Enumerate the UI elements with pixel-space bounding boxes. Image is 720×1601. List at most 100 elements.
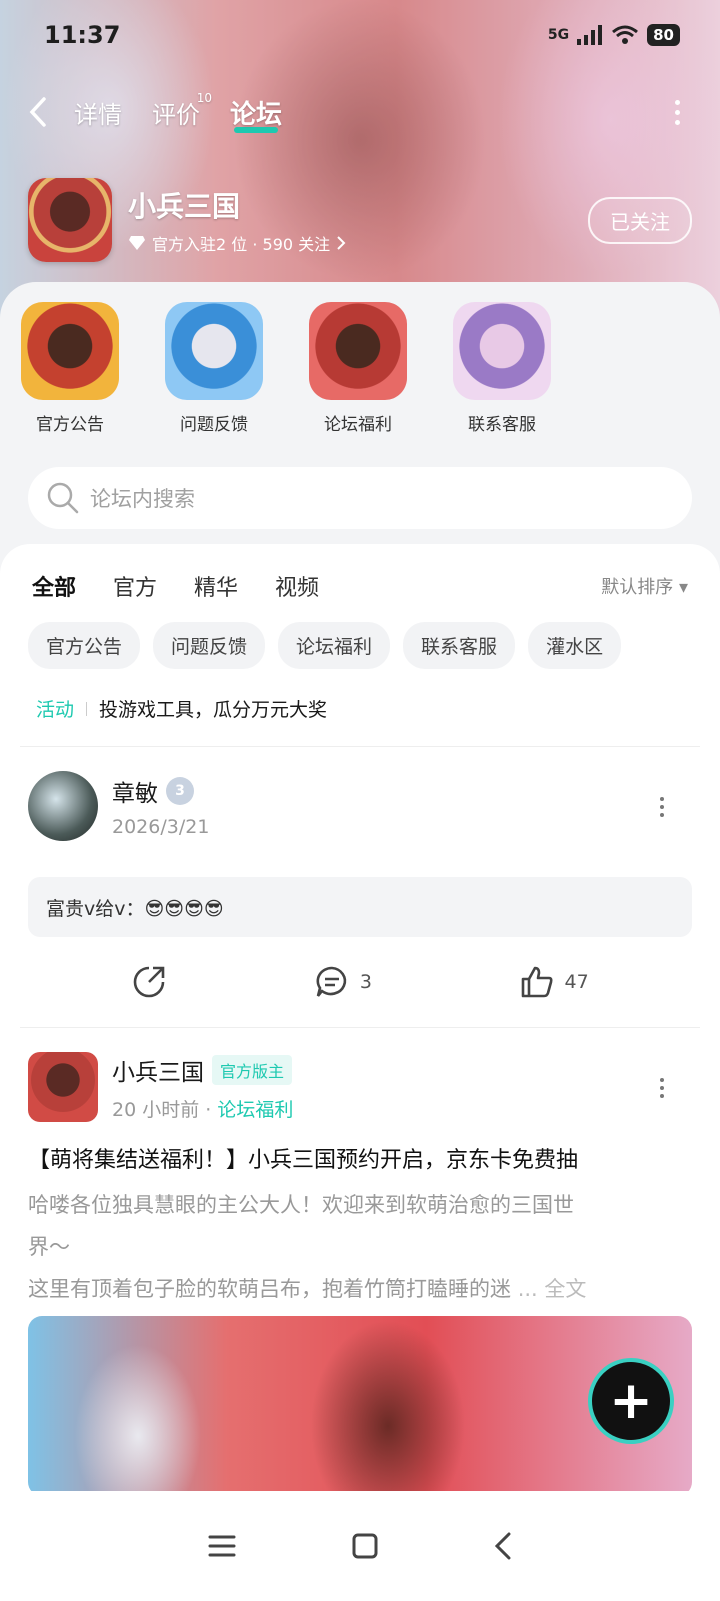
post-title[interactable]: 【萌将集结送福利！】小兵三国预约开启，京东卡免费抽 <box>28 1142 692 1174</box>
tab-forum[interactable]: 论坛 <box>230 94 282 133</box>
chip-chat[interactable]: 灌水区 <box>528 622 622 669</box>
game-icon[interactable] <box>28 178 112 262</box>
excerpt-line: 哈喽各位独具慧眼的主公大人！欢迎来到软萌治愈的三国世 <box>28 1193 574 1217</box>
tab-all[interactable]: 全部 <box>32 570 76 606</box>
back-nav-icon[interactable] <box>493 1531 513 1561</box>
post-forum-link[interactable]: 论坛福利 <box>217 1099 293 1121</box>
excerpt-line: 这里有顶着包子脸的软萌吕布，抱着竹筒打瞌睡的迷 ... 全文 <box>28 1268 692 1310</box>
quick-entry-label: 问题反馈 <box>180 415 248 435</box>
post-more-icon[interactable] <box>660 797 664 817</box>
post-header: 小兵三国 官方版主 20 小时前 · 论坛福利 <box>28 1052 692 1122</box>
quick-entry-support[interactable]: 联系客服 <box>452 302 552 435</box>
feedback-image <box>165 302 263 400</box>
author-info: 小兵三国 官方版主 20 小时前 · 论坛福利 <box>112 1053 293 1122</box>
share-button[interactable] <box>131 964 167 1000</box>
level-badge: 3 <box>166 777 194 805</box>
author-name-row: 小兵三国 官方版主 <box>112 1053 293 1087</box>
chip-benefits[interactable]: 论坛福利 <box>278 622 391 669</box>
plus-icon: + <box>609 1371 653 1431</box>
post-item[interactable]: 章敏 3 2026/3/21 富贵v给v：😎😎😎😎 3 47 <box>0 747 720 1027</box>
create-post-button[interactable]: + <box>588 1358 674 1444</box>
post-actions: 3 47 <box>28 937 692 1027</box>
network-label: 5G <box>547 27 570 43</box>
activity-divider <box>86 701 88 716</box>
quick-entry-benefits[interactable]: 论坛福利 <box>308 302 408 435</box>
activity-banner[interactable]: 活动 投游戏工具，瓜分万元大奖 <box>0 669 720 722</box>
chevron-left-icon <box>29 97 46 127</box>
excerpt-line: 界～ <box>28 1235 70 1259</box>
tab-video[interactable]: 视频 <box>275 570 319 602</box>
author-name[interactable]: 章敏 <box>112 774 158 808</box>
chevron-right-icon <box>337 236 346 250</box>
post-excerpt[interactable]: 哈喽各位独具慧眼的主公大人！欢迎来到软萌治愈的三国世 界～ 这里有顶着包子脸的软… <box>28 1184 692 1310</box>
forum-panel: 官方公告 问题反馈 论坛福利 联系客服 论坛内搜索 全部 官方 精华 视频 默认… <box>0 282 720 1492</box>
status-time: 11:37 <box>44 21 121 49</box>
search-icon <box>47 482 79 514</box>
meta-separator: · <box>205 1098 218 1121</box>
announcement-image <box>21 302 119 400</box>
category-chips: 官方公告 问题反馈 论坛福利 联系客服 灌水区 <box>0 608 720 669</box>
post-time: 20 小时前 <box>112 1098 200 1121</box>
post-feed: 全部 官方 精华 视频 默认排序 ▾ 官方公告 问题反馈 论坛福利 联系客服 灌… <box>0 544 720 1492</box>
avatar[interactable] <box>28 771 98 841</box>
game-info-bar: 小兵三国 官方入驻2 位 · 590 关注 已关注 <box>28 178 692 262</box>
quick-entry-label: 联系客服 <box>468 415 536 435</box>
feed-tabs: 全部 官方 精华 视频 默认排序 ▾ <box>0 544 720 608</box>
game-name: 小兵三国 <box>128 190 241 223</box>
tab-reviews-label: 评价 <box>152 100 200 129</box>
system-navigation-bar <box>0 1491 720 1601</box>
tab-details[interactable]: 详情 <box>74 95 122 130</box>
post-header: 章敏 3 2026/3/21 <box>28 771 692 841</box>
signal-icon <box>577 25 603 45</box>
follow-button[interactable]: 已关注 <box>588 196 692 244</box>
quick-entry-label: 官方公告 <box>36 415 104 435</box>
like-button[interactable]: 47 <box>519 964 589 1000</box>
tab-official[interactable]: 官方 <box>113 570 157 602</box>
tab-reviews[interactable]: 评价 10 <box>152 91 212 130</box>
benefits-image <box>309 302 407 400</box>
quick-entry-label: 论坛福利 <box>324 415 392 435</box>
battery-level: 80 <box>647 24 680 46</box>
caret-down-icon: ▾ <box>678 577 688 598</box>
review-count: 10 <box>196 90 212 105</box>
sort-dropdown[interactable]: 默认排序 ▾ <box>601 573 688 599</box>
comment-button[interactable]: 3 <box>314 964 372 1000</box>
chip-support[interactable]: 联系客服 <box>403 622 516 669</box>
wifi-icon <box>612 25 639 44</box>
sort-label: 默认排序 <box>601 577 674 598</box>
activity-tag: 活动 <box>36 699 75 721</box>
chip-feedback[interactable]: 问题反馈 <box>153 622 266 669</box>
search-placeholder: 论坛内搜索 <box>90 487 195 511</box>
avatar[interactable] <box>28 1052 98 1122</box>
author-name-row: 章敏 3 <box>112 774 209 808</box>
game-info: 小兵三国 官方入驻2 位 · 590 关注 <box>128 185 346 255</box>
back-button[interactable] <box>28 92 58 132</box>
comment-icon <box>316 966 347 997</box>
more-options-icon[interactable] <box>675 99 680 125</box>
search-input[interactable]: 论坛内搜索 <box>28 467 692 529</box>
thumbs-up-icon <box>521 966 553 998</box>
tab-featured[interactable]: 精华 <box>194 570 238 602</box>
game-meta[interactable]: 官方入驻2 位 · 590 关注 <box>128 231 346 255</box>
chip-announcements[interactable]: 官方公告 <box>28 622 141 669</box>
comment-count: 3 <box>359 971 372 993</box>
post-content[interactable]: 富贵v给v：😎😎😎😎 <box>28 877 692 937</box>
excerpt-line-text: 这里有顶着包子脸的软萌吕布，抱着竹筒打瞌睡的迷 <box>28 1277 511 1301</box>
game-meta-text: 官方入驻2 位 · 590 关注 <box>152 235 331 254</box>
read-more-link[interactable]: ... 全文 <box>518 1277 587 1301</box>
support-image <box>453 302 551 400</box>
status-icons: 5G 80 <box>548 24 680 46</box>
like-count: 47 <box>564 971 589 993</box>
share-icon <box>134 966 165 998</box>
home-icon[interactable] <box>351 1532 379 1560</box>
author-info: 章敏 3 2026/3/21 <box>112 774 209 838</box>
moderator-badge: 官方版主 <box>212 1054 293 1085</box>
author-name[interactable]: 小兵三国 <box>112 1053 204 1087</box>
post-more-icon[interactable] <box>660 1078 664 1098</box>
top-navigation: 详情 评价 10 论坛 <box>28 90 680 134</box>
menu-icon[interactable] <box>207 1533 237 1559</box>
quick-entry-announcements[interactable]: 官方公告 <box>20 302 120 435</box>
quick-entry-feedback[interactable]: 问题反馈 <box>164 302 264 435</box>
diamond-icon <box>129 236 145 250</box>
status-bar: 11:37 5G 80 <box>44 20 680 50</box>
